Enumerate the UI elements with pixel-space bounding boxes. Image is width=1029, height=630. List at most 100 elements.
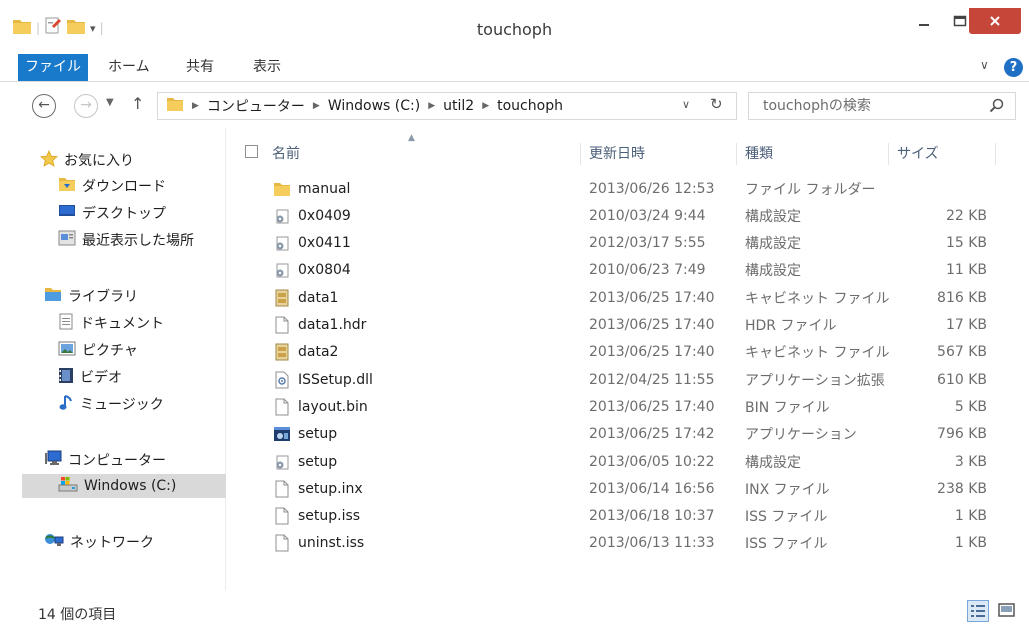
file-name-cell[interactable]: layout.bin — [272, 398, 368, 416]
file-name-cell[interactable]: data1 — [272, 289, 338, 307]
expand-ribbon-icon[interactable]: ∨ — [980, 58, 989, 72]
nav-item-videos[interactable]: ビデオ — [58, 365, 122, 389]
breadcrumb-chevron-icon[interactable]: ▶ — [192, 101, 199, 111]
search-icon[interactable] — [989, 98, 1004, 117]
nav-computer[interactable]: コンピューター — [44, 448, 166, 472]
column-header-type[interactable]: 種類 — [745, 143, 889, 165]
file-row[interactable]: setup 2013/06/05 10:22 構成設定 3 KB — [236, 448, 1004, 475]
nav-favorites[interactable]: お気に入り — [40, 148, 134, 172]
breadcrumb-chevron-icon[interactable]: ▶ — [428, 101, 435, 111]
recent-locations-icon[interactable]: ▼ — [106, 97, 114, 108]
file-name-cell[interactable]: data1.hdr — [272, 316, 366, 334]
nav-item-downloads[interactable]: ダウンロード — [58, 174, 166, 198]
nav-libraries[interactable]: ライブラリ — [44, 284, 138, 308]
nav-item-documents[interactable]: ドキュメント — [58, 311, 164, 335]
nav-item-music[interactable]: ミュージック — [58, 392, 164, 416]
minimize-button[interactable] — [906, 8, 942, 34]
file-row[interactable]: data1 2013/06/25 17:40 キャビネット ファイル 816 KB — [236, 284, 1004, 311]
file-date: 2012/03/17 5:55 — [589, 235, 706, 252]
nav-item-desktop[interactable]: デスクトップ — [58, 201, 166, 225]
address-bar[interactable]: ▶ コンピューター ▶ Windows (C:) ▶ util2 ▶ touch… — [157, 92, 737, 120]
file-type: キャビネット ファイル — [745, 290, 890, 307]
tab-home[interactable]: ホーム — [108, 54, 150, 81]
file-row[interactable]: uninst.iss 2013/06/13 11:33 ISS ファイル 1 KB — [236, 530, 1004, 557]
status-bar: 14 個の項目 — [0, 596, 1029, 630]
document-icon — [58, 313, 74, 334]
breadcrumb-computer[interactable]: コンピューター — [207, 96, 305, 116]
network-icon — [44, 532, 64, 552]
details-view-button[interactable] — [967, 600, 989, 622]
large-icons-view-button[interactable] — [996, 600, 1018, 622]
file-row[interactable]: 0x0411 2012/03/17 5:55 構成設定 15 KB — [236, 230, 1004, 257]
column-header-size[interactable]: サイズ — [897, 143, 996, 165]
file-name-cell[interactable]: data2 — [272, 343, 338, 361]
nav-item-recent-places[interactable]: 最近表示した場所 — [58, 228, 194, 252]
title-bar: | ▾ | touchoph — [0, 0, 1029, 50]
file-date: 2013/06/25 17:40 — [589, 289, 715, 306]
file-date: 2013/06/05 10:22 — [589, 453, 715, 470]
file-size: 796 KB — [937, 426, 987, 443]
blank-file-icon — [272, 534, 292, 552]
file-name-cell[interactable]: 0x0804 — [272, 262, 351, 278]
details-view-icon — [971, 605, 985, 617]
file-name-cell[interactable]: uninst.iss — [272, 534, 364, 552]
nav-item-pictures[interactable]: ピクチャ — [58, 338, 138, 362]
breadcrumb-chevron-icon[interactable]: ▶ — [482, 101, 489, 111]
navigation-pane: お気に入り ダウンロード デスクトップ 最近表示した場所 ライブラリ ドキュメン… — [22, 128, 226, 590]
file-row[interactable]: ISSetup.dll 2012/04/25 11:55 アプリケーション拡張 610… — [236, 366, 1004, 393]
search-input[interactable] — [749, 93, 969, 119]
search-box[interactable] — [748, 92, 1016, 120]
star-icon — [40, 149, 58, 171]
breadcrumb-touchoph[interactable]: touchoph — [497, 98, 563, 114]
tab-view[interactable]: 表示 — [253, 54, 281, 81]
file-name-cell[interactable]: 0x0411 — [272, 235, 351, 251]
close-button[interactable] — [969, 8, 1021, 34]
back-button[interactable]: ← — [32, 94, 56, 118]
file-row[interactable]: data1.hdr 2013/06/25 17:40 HDR ファイル 17 KB — [236, 312, 1004, 339]
music-note-icon — [58, 394, 74, 415]
config-file-icon — [272, 454, 292, 470]
file-size: 238 KB — [937, 480, 987, 497]
file-name-cell[interactable]: setup.inx — [272, 480, 363, 498]
file-row[interactable]: 0x0409 2010/03/24 9:44 構成設定 22 KB — [236, 202, 1004, 229]
column-header-name[interactable]: 名前 — [272, 143, 581, 165]
nav-network[interactable]: ネットワーク — [44, 530, 154, 554]
file-name-cell[interactable]: setup — [272, 426, 337, 442]
breadcrumb-chevron-icon[interactable]: ▶ — [313, 101, 320, 111]
tab-file[interactable]: ファイル — [18, 54, 88, 81]
nav-item-windows-c[interactable]: Windows (C:) — [22, 474, 226, 498]
nav-item-label: ダウンロード — [82, 179, 166, 195]
file-name-cell[interactable]: setup — [272, 454, 337, 470]
help-icon[interactable]: ? — [1004, 58, 1023, 77]
file-name: data1 — [298, 289, 339, 306]
file-name-cell[interactable]: manual — [272, 181, 350, 197]
file-row[interactable]: 0x0804 2010/06/23 7:49 構成設定 11 KB — [236, 257, 1004, 284]
item-count: 14 個の項目 — [38, 607, 117, 623]
file-date: 2013/06/25 17:40 — [589, 317, 715, 333]
address-history-dropdown-icon[interactable]: ∨ — [682, 98, 690, 111]
file-row[interactable]: setup.inx 2013/06/14 16:56 INX ファイル 238 KB — [236, 475, 1004, 502]
tab-share[interactable]: 共有 — [186, 54, 214, 81]
file-row[interactable]: setup 2013/06/25 17:42 アプリケーション 796 KB — [236, 421, 1004, 448]
file-type: 構成設定 — [745, 263, 801, 280]
file-type: ISS ファイル — [745, 509, 828, 526]
file-type: BIN ファイル — [745, 399, 830, 416]
file-date: 2013/06/13 11:33 — [589, 535, 715, 552]
file-row[interactable]: layout.bin 2013/06/25 17:40 BIN ファイル 5 KB — [236, 393, 1004, 420]
select-all-checkbox[interactable] — [245, 145, 258, 158]
file-name-cell[interactable]: 0x0409 — [272, 208, 351, 224]
up-button[interactable]: ↑ — [131, 94, 144, 113]
file-name-cell[interactable]: setup.iss — [272, 507, 360, 525]
file-row[interactable]: manual 2013/06/26 12:53 ファイル フォルダー — [236, 175, 1004, 202]
column-header-date[interactable]: 更新日時 — [589, 143, 737, 165]
refresh-icon[interactable]: ↻ — [710, 95, 723, 113]
breadcrumb-drive[interactable]: Windows (C:) — [328, 98, 420, 114]
nav-item-label: ビデオ — [80, 370, 122, 386]
file-type: キャビネット ファイル — [745, 345, 890, 362]
file-row[interactable]: data2 2013/06/25 17:40 キャビネット ファイル 567 KB — [236, 339, 1004, 366]
forward-button[interactable]: → — [74, 94, 98, 118]
file-name-cell[interactable]: ISSetup.dll — [272, 371, 373, 389]
file-row[interactable]: setup.iss 2013/06/18 10:37 ISS ファイル 1 KB — [236, 503, 1004, 530]
breadcrumb-util2[interactable]: util2 — [443, 98, 474, 114]
computer-icon — [44, 450, 62, 470]
